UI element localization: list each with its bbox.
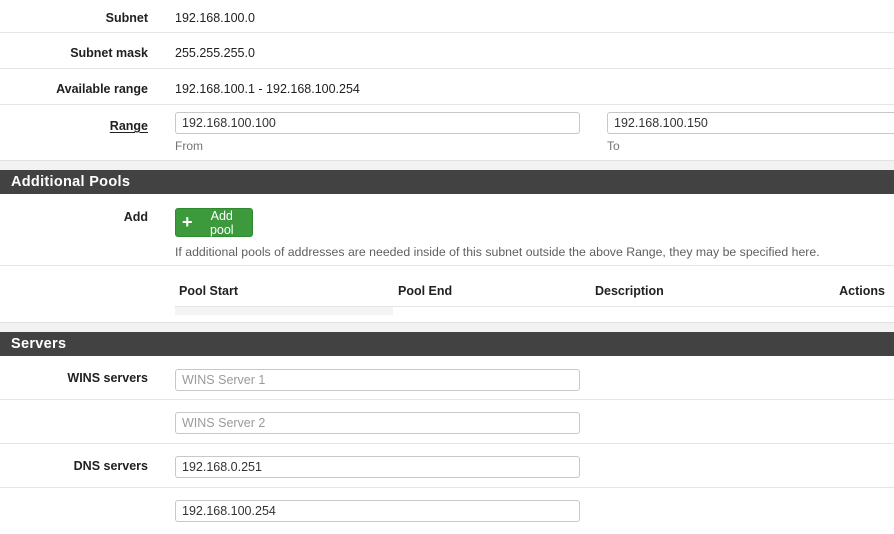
wins-server-2-input[interactable]: [175, 412, 580, 434]
subnet-mask-value: 255.255.255.0: [175, 46, 255, 60]
subnet-value: 192.168.100.0: [175, 11, 255, 25]
range-from-help: From: [175, 139, 203, 153]
dns-server-2-input[interactable]: [175, 500, 580, 522]
subnet-mask-row: Subnet mask 255.255.255.0: [0, 33, 894, 69]
pools-table: Pool Start Pool End Description Actions: [0, 266, 894, 322]
column-pool-start: Pool Start: [179, 284, 239, 298]
plus-icon: +: [182, 211, 193, 232]
column-actions: Actions: [839, 284, 885, 298]
add-pool-button[interactable]: + Add pool: [175, 208, 253, 237]
wins-server-1-input[interactable]: [175, 369, 580, 391]
wins-server-2-row: [0, 400, 894, 444]
dns-server-1-row: DNS servers: [0, 444, 894, 488]
range-to-help: To: [607, 139, 620, 153]
add-label: Add: [123, 210, 148, 224]
range-row: Range From To: [0, 105, 894, 160]
add-pool-row: Add + Add pool If additional pools of ad…: [0, 194, 894, 266]
dns-servers-label: DNS servers: [73, 459, 148, 473]
range-from-input[interactable]: [175, 112, 580, 134]
range-label: Range: [109, 119, 148, 133]
subnet-mask-label: Subnet mask: [70, 46, 148, 60]
additional-pools-panel: Add + Add pool If additional pools of ad…: [0, 194, 894, 322]
column-description: Description: [595, 284, 664, 298]
subnet-row: Subnet 192.168.100.0: [0, 0, 894, 33]
dns-server-1-input[interactable]: [175, 456, 580, 478]
available-range-label: Available range: [56, 82, 148, 96]
subnet-panel: Subnet 192.168.100.0 Subnet mask 255.255…: [0, 0, 894, 160]
available-range-value: 192.168.100.1 - 192.168.100.254: [175, 82, 360, 96]
empty-table-row: [175, 307, 393, 315]
range-to-input[interactable]: [607, 112, 894, 134]
servers-panel: WINS servers DNS servers: [0, 356, 894, 532]
dns-server-2-row: [0, 488, 894, 532]
section-gap: [0, 160, 894, 170]
wins-server-1-row: WINS servers: [0, 356, 894, 400]
subnet-label: Subnet: [105, 11, 148, 25]
add-pool-button-label: Add pool: [209, 208, 234, 237]
wins-servers-label: WINS servers: [67, 371, 148, 385]
available-range-row: Available range 192.168.100.1 - 192.168.…: [0, 69, 894, 105]
additional-pools-header: Additional Pools: [0, 170, 894, 194]
additional-pools-help: If additional pools of addresses are nee…: [175, 245, 820, 259]
servers-header: Servers: [0, 332, 894, 356]
column-pool-end: Pool End: [398, 284, 453, 298]
section-gap: [0, 322, 894, 332]
